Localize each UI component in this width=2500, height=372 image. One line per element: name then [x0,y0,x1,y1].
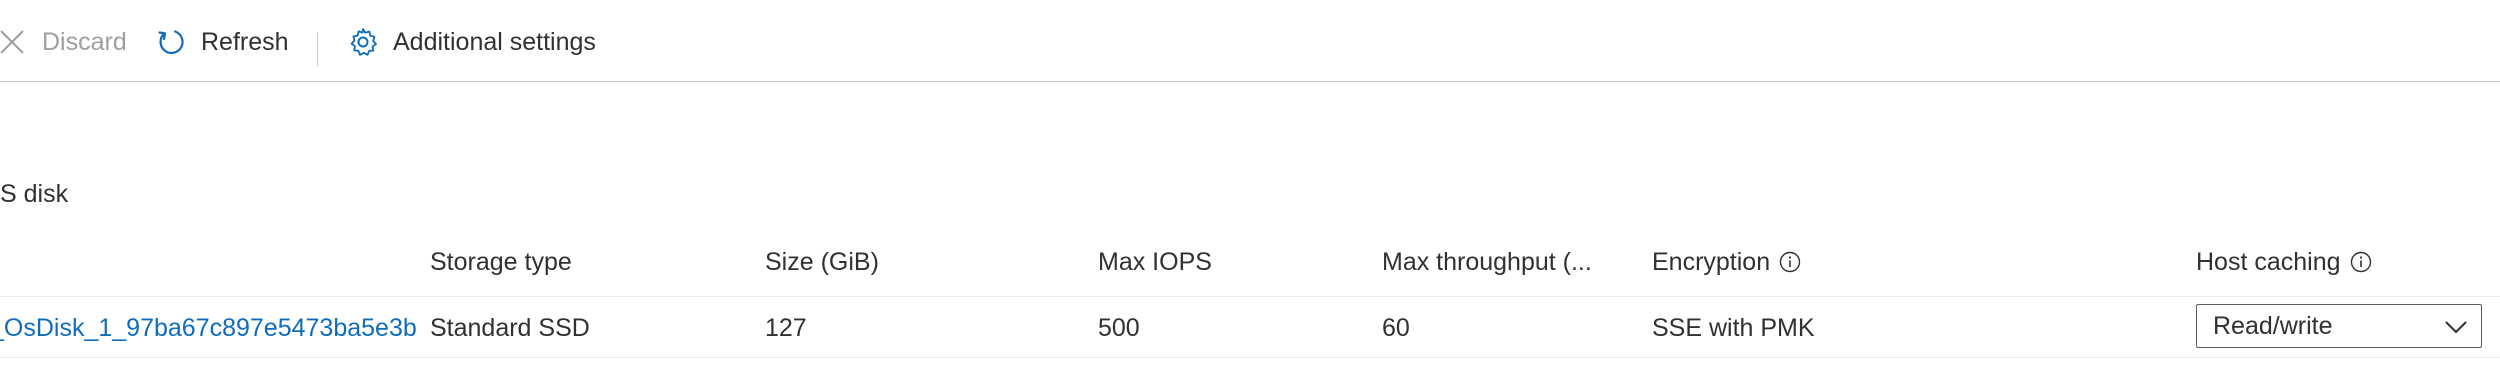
max-throughput-cell: 60 [1382,313,1410,342]
header-divider [0,296,2500,297]
column-header-max-throughput[interactable]: Max throughput (... [1382,246,1592,278]
row-divider [0,357,2500,358]
gear-icon [347,26,379,58]
info-icon[interactable] [2349,250,2373,274]
column-header-size[interactable]: Size (GiB) [765,246,879,278]
host-caching-dropdown[interactable]: Read/write [2196,304,2482,348]
additional-settings-label: Additional settings [393,27,596,56]
refresh-label: Refresh [201,27,289,56]
toolbar-divider [317,32,318,66]
command-bar: Discard Refresh Additional settings [0,0,2500,82]
column-header-max-iops[interactable]: Max IOPS [1098,246,1212,278]
size-cell: 127 [765,313,807,342]
chevron-down-icon [2443,315,2469,339]
disks-page: Discard Refresh Additional settings S di… [0,0,2500,372]
refresh-button[interactable]: Refresh [155,24,289,60]
section-title: S disk [0,180,69,208]
discard-button[interactable]: Discard [0,24,127,60]
refresh-icon [155,26,187,58]
host-caching-header-label: Host caching [2196,247,2341,276]
table-row-name-cell: _OsDisk_1_97ba67c897e5473ba5e3b [0,312,417,344]
column-header-encryption[interactable]: Encryption [1652,246,1802,278]
column-header-storage-type[interactable]: Storage type [430,246,572,278]
column-header-host-caching[interactable]: Host caching [2196,246,2373,278]
storage-type-cell: Standard SSD [430,313,590,342]
additional-settings-button[interactable]: Additional settings [347,24,596,60]
discard-label: Discard [42,27,127,56]
disk-name-link[interactable]: _OsDisk_1_97ba67c897e5473ba5e3b [0,314,417,343]
host-caching-value: Read/write [2213,311,2333,340]
encryption-header-label: Encryption [1652,247,1771,276]
encryption-cell: SSE with PMK [1652,313,1815,342]
close-icon [0,26,28,58]
info-icon[interactable] [1778,250,1802,274]
max-iops-cell: 500 [1098,313,1140,342]
